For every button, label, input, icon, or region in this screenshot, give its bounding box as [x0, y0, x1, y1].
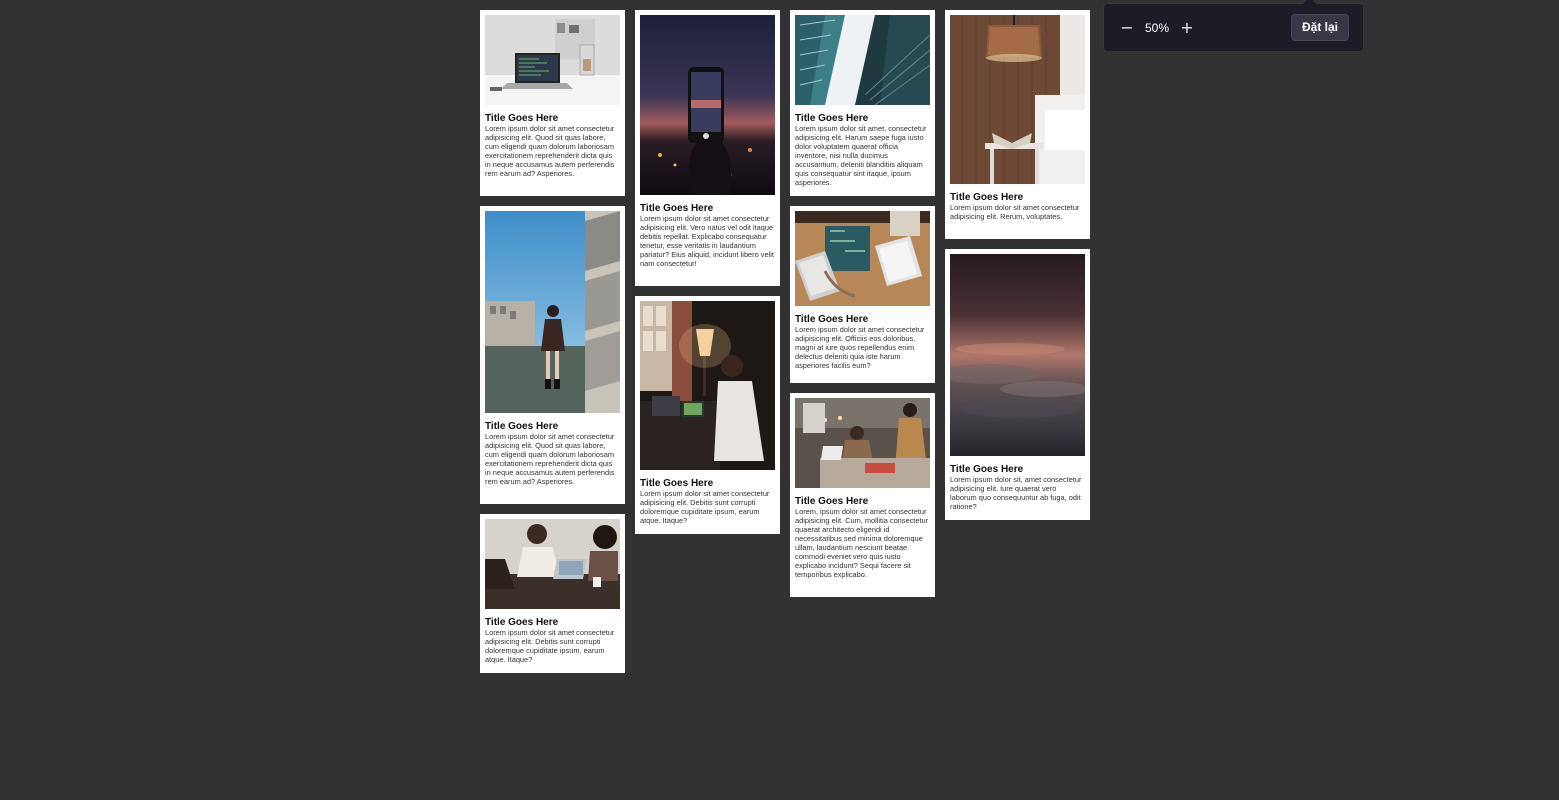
glass-building-photo [795, 15, 930, 105]
card-title: Title Goes Here [795, 113, 869, 124]
card-title: Title Goes Here [950, 464, 1024, 475]
card: Title Goes Here Lorem ipsum dolor sit am… [790, 206, 935, 383]
phone-city-night-photo [640, 15, 775, 195]
zoom-level: 50% [1144, 21, 1170, 35]
card: Title Goes Here Lorem ipsum dolor sit am… [635, 10, 780, 286]
people-with-laptops-photo [485, 519, 620, 609]
workshop-team-photo [795, 398, 930, 488]
card-text: Lorem ipsum dolor sit amet, consectetur … [795, 124, 927, 187]
card: Title Goes Here Lorem ipsum dolor sit am… [480, 514, 625, 673]
card: Title Goes Here Lorem ipsum dolor sit am… [790, 10, 935, 196]
card-text: Lorem ipsum dolor sit amet consectetur a… [640, 489, 770, 525]
card-text: Lorem ipsum dolor sit amet consectetur a… [950, 203, 1080, 221]
card-text: Lorem ipsum dolor sit amet consectetur a… [485, 432, 615, 486]
card-text: Lorem ipsum dolor sit amet consectetur a… [485, 124, 615, 178]
card-title: Title Goes Here [485, 113, 559, 124]
laptop-on-desk-photo [485, 15, 620, 105]
card: Title Goes Here Lorem ipsum dolor sit am… [480, 206, 625, 504]
card-title: Title Goes Here [795, 496, 869, 507]
card: Title Goes Here Lorem ipsum dolor sit, a… [945, 249, 1090, 520]
card: Title Goes Here Lorem ipsum dolor sit am… [945, 10, 1090, 239]
minus-icon[interactable]: − [1117, 18, 1137, 38]
card: Title Goes Here Lorem, ipsum dolor sit a… [790, 393, 935, 597]
card-title: Title Goes Here [640, 203, 714, 214]
card-text: Lorem ipsum dolor sit amet consectetur a… [640, 214, 774, 268]
sunset-clouds-photo [950, 254, 1085, 456]
man-with-tablet-photo [640, 301, 775, 470]
card-title: Title Goes Here [950, 192, 1024, 203]
card: Title Goes Here Lorem ipsum dolor sit am… [635, 296, 780, 534]
bedroom-lamp-photo [950, 15, 1085, 184]
zoom-panel: − 50% + Đặt lại [1103, 0, 1364, 52]
reset-zoom-button[interactable]: Đặt lại [1291, 14, 1349, 41]
card-text: Lorem, ipsum dolor sit amet consectetur … [795, 507, 929, 579]
card-title: Title Goes Here [640, 478, 714, 489]
card-title: Title Goes Here [795, 314, 869, 325]
desk-top-view-photo [795, 211, 930, 306]
card-text: Lorem ipsum dolor sit amet consectetur a… [485, 628, 615, 664]
card-text: Lorem ipsum dolor sit amet consectetur a… [795, 325, 925, 370]
woman-on-rooftop-photo [485, 211, 620, 413]
card: Title Goes Here Lorem ipsum dolor sit am… [480, 10, 625, 196]
card-title: Title Goes Here [485, 617, 559, 628]
card-title: Title Goes Here [485, 421, 559, 432]
plus-icon[interactable]: + [1177, 18, 1197, 38]
popup-caret [1301, 0, 1318, 12]
card-text: Lorem ipsum dolor sit, amet consectetur … [950, 475, 1082, 511]
